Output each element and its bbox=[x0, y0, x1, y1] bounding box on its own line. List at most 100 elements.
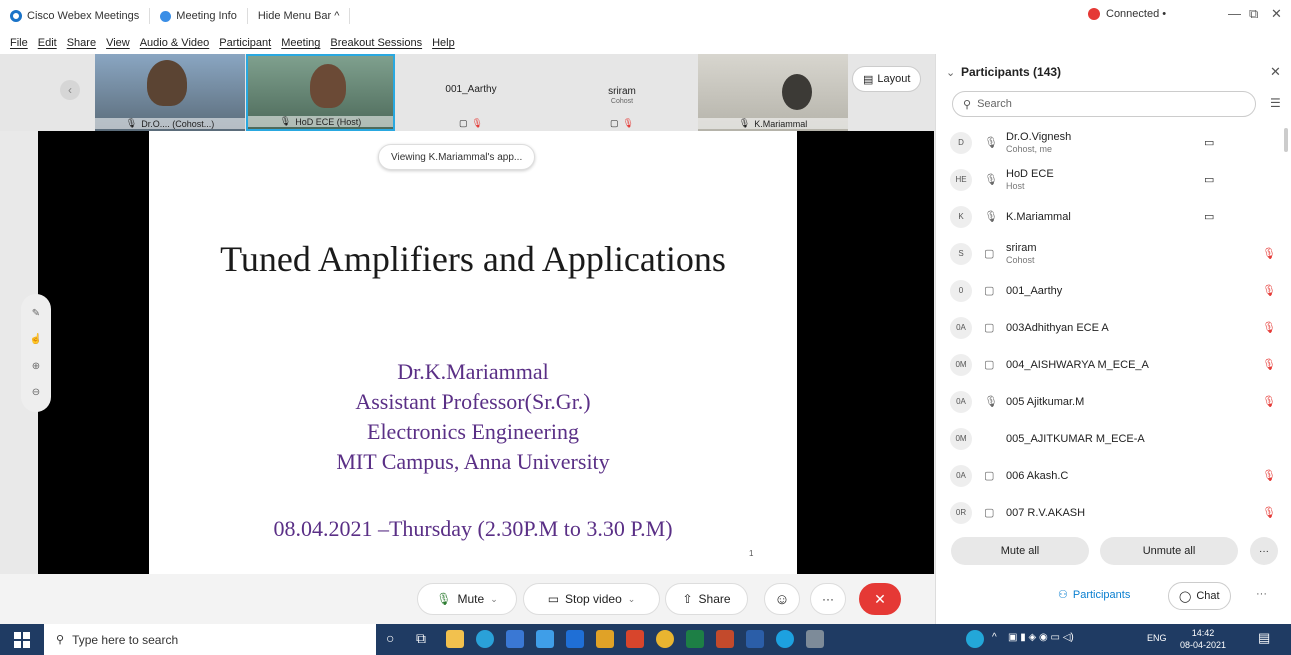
stop-video-button[interactable]: ▭ Stop video ⌄ bbox=[523, 583, 660, 615]
panel-tabs-more[interactable]: ··· bbox=[1256, 588, 1267, 600]
excel-icon[interactable] bbox=[686, 630, 704, 648]
menu-view[interactable]: View bbox=[106, 37, 130, 49]
video-tile[interactable]: 001_Aarthy ▢ 🎙 bbox=[396, 54, 546, 131]
video-tile[interactable]: 🎙 K.Mariammal bbox=[698, 54, 848, 131]
taskbar-search[interactable]: ⚲ Type here to search bbox=[44, 624, 376, 655]
menu-file[interactable]: File bbox=[10, 37, 28, 49]
slide-date: 08.04.2021 –Thursday (2.30P.M to 3.30 P.… bbox=[273, 516, 673, 541]
office-icon[interactable] bbox=[626, 630, 644, 648]
video-off-icon: ▢ bbox=[984, 248, 995, 260]
unmute-all-button[interactable]: Unmute all bbox=[1100, 537, 1238, 565]
participant-row[interactable]: HE 🎙 HoD ECE Host ▭ bbox=[936, 161, 1291, 198]
video-icon: ▭ bbox=[1204, 211, 1215, 223]
app-icon-2[interactable] bbox=[806, 630, 824, 648]
clock[interactable]: 14:42 08-04-2021 bbox=[1180, 627, 1226, 651]
mute-button[interactable]: 🎙 Mute ⌄ bbox=[417, 583, 517, 615]
chrome-icon[interactable] bbox=[656, 630, 674, 648]
participants-icon: ⚇ bbox=[1058, 589, 1068, 601]
menu-participant[interactable]: Participant bbox=[219, 37, 271, 49]
close-panel-icon[interactable]: ✕ bbox=[1270, 64, 1281, 80]
participant-row[interactable]: D 🎙 Dr.O.Vignesh Cohost, me ▭ bbox=[936, 124, 1291, 161]
menu-bar: File Edit Share View Audio & Video Parti… bbox=[0, 32, 1291, 54]
participant-row[interactable]: 0R ▢ 007 R.V.AKASH 🎙 bbox=[936, 494, 1291, 531]
menu-audio-video[interactable]: Audio & Video bbox=[140, 37, 210, 49]
menu-help[interactable]: Help bbox=[432, 37, 455, 49]
participant-row[interactable]: 0A ▢ 003Adhithyan ECE A 🎙 bbox=[936, 309, 1291, 346]
muted-icon: 🎙 bbox=[1262, 470, 1276, 482]
tab-chat[interactable]: ◯ Chat bbox=[1168, 582, 1231, 610]
participant-row[interactable]: 0M ▢ 004_AISHWARYA M_ECE_A 🎙 bbox=[936, 346, 1291, 383]
windows-taskbar: ⚲ Type here to search ○ ⧉ ^ ▣ ▮ ◈ ◉ ▭ ◁)… bbox=[0, 624, 1291, 655]
slide-author: Dr.K.Mariammal bbox=[397, 359, 549, 384]
chevron-down-icon[interactable]: ⌄ bbox=[490, 594, 498, 605]
tray-icons[interactable]: ▣ ▮ ◈ ◉ ▭ ◁) bbox=[1008, 632, 1074, 643]
app-icon[interactable] bbox=[596, 630, 614, 648]
leave-meeting-button[interactable]: ✕ bbox=[859, 583, 901, 615]
sort-icon[interactable]: ☰ bbox=[1270, 96, 1281, 110]
zoom-out-icon[interactable]: ⊖ bbox=[32, 387, 40, 398]
participant-row[interactable]: 0M 005_AJITKUMAR M_ECE-A bbox=[936, 420, 1291, 457]
mail-icon[interactable] bbox=[536, 630, 554, 648]
muted-icon: 🎙 bbox=[1262, 285, 1276, 297]
strip-prev-button[interactable]: ‹ bbox=[60, 80, 80, 100]
menu-meeting[interactable]: Meeting bbox=[281, 37, 320, 49]
participant-row[interactable]: 0A ▢ 006 Akash.C 🎙 bbox=[936, 457, 1291, 494]
menu-edit[interactable]: Edit bbox=[38, 37, 57, 49]
viewing-banner[interactable]: Viewing K.Mariammal's app... bbox=[378, 144, 536, 170]
video-off-icon: ▢ bbox=[610, 118, 619, 128]
meeting-info-button[interactable]: Meeting Info bbox=[150, 8, 248, 24]
connection-status[interactable]: Connected • bbox=[1088, 8, 1166, 20]
video-tile[interactable]: 🎙 Dr.O.... (Cohost...) bbox=[95, 54, 245, 131]
muted-icon: 🎙 bbox=[622, 118, 634, 128]
slide-page-number: 1 bbox=[749, 549, 754, 558]
cortana-icon[interactable]: ○ bbox=[386, 630, 404, 648]
tray-webex-icon[interactable] bbox=[966, 630, 984, 648]
tray-chevron-icon[interactable]: ^ bbox=[992, 632, 997, 643]
muted-icon: 🎙 bbox=[471, 118, 483, 128]
file-explorer-icon[interactable] bbox=[446, 630, 464, 648]
notifications-icon[interactable]: ▤ bbox=[1258, 630, 1270, 646]
panel-more-button[interactable]: ··· bbox=[1250, 537, 1278, 565]
microphone-icon: 🎙 bbox=[436, 592, 452, 606]
webex-taskbar-icon[interactable] bbox=[776, 630, 794, 648]
participant-row[interactable]: S ▢ sriram Cohost 🎙 bbox=[936, 235, 1291, 272]
annotate-icon[interactable]: ✎ bbox=[32, 308, 40, 319]
app-title[interactable]: Cisco Webex Meetings bbox=[0, 8, 151, 24]
participant-row[interactable]: K 🎙 K.Mariammal ▭ bbox=[936, 198, 1291, 235]
search-participants[interactable]: ⚲ Search bbox=[952, 91, 1256, 117]
dropbox-icon[interactable] bbox=[566, 630, 584, 648]
close-button[interactable]: ✕ bbox=[1271, 6, 1282, 22]
chevron-down-icon[interactable]: ⌄ bbox=[628, 594, 636, 605]
windows-start-icon[interactable] bbox=[14, 632, 30, 648]
mute-all-button[interactable]: Mute all bbox=[951, 537, 1089, 565]
word-icon[interactable] bbox=[746, 630, 764, 648]
slide-dept: Electronics Engineering bbox=[367, 419, 579, 444]
task-view-icon[interactable]: ⧉ bbox=[416, 630, 434, 648]
share-button[interactable]: ⇧ Share bbox=[665, 583, 748, 615]
collapse-chevron-icon[interactable]: ⌄ bbox=[946, 66, 955, 79]
zoom-in-icon[interactable]: ⊕ bbox=[32, 361, 40, 372]
pointer-icon[interactable]: ☝ bbox=[30, 334, 42, 345]
language-indicator[interactable]: ENG bbox=[1147, 633, 1167, 643]
participant-row[interactable]: 0 ▢ 001_Aarthy 🎙 bbox=[936, 272, 1291, 309]
layout-button[interactable]: ▤ Layout bbox=[852, 66, 922, 92]
video-tile[interactable]: sriram Cohost ▢ 🎙 bbox=[547, 54, 697, 131]
video-off-icon: ▢ bbox=[984, 285, 995, 297]
tab-participants[interactable]: ⚇ Participants bbox=[1058, 588, 1130, 602]
hide-menu-bar-button[interactable]: Hide Menu Bar ^ bbox=[248, 8, 351, 24]
participant-row[interactable]: 0A 🎙 005 Ajitkumar.M 🎙 bbox=[936, 383, 1291, 420]
meeting-controls: 🎙 Mute ⌄ ▭ Stop video ⌄ ⇧ Share ☺ ··· ✕ bbox=[0, 574, 935, 624]
powerpoint-icon[interactable] bbox=[716, 630, 734, 648]
store-icon[interactable] bbox=[506, 630, 524, 648]
audio-icon: 🎙 bbox=[984, 174, 998, 186]
edge-icon[interactable] bbox=[476, 630, 494, 648]
minimize-button[interactable]: — bbox=[1228, 6, 1241, 21]
reactions-button[interactable]: ☺ bbox=[764, 583, 800, 615]
menu-breakout[interactable]: Breakout Sessions bbox=[330, 37, 422, 49]
video-tile-active[interactable]: 🎙 HoD ECE (Host) bbox=[246, 54, 395, 131]
restore-button[interactable]: ⧉ bbox=[1249, 6, 1258, 22]
more-button[interactable]: ··· bbox=[810, 583, 846, 615]
menu-share[interactable]: Share bbox=[67, 37, 96, 49]
muted-icon: 🎙 bbox=[1262, 396, 1276, 408]
audio-icon: 🎙 bbox=[279, 116, 292, 126]
